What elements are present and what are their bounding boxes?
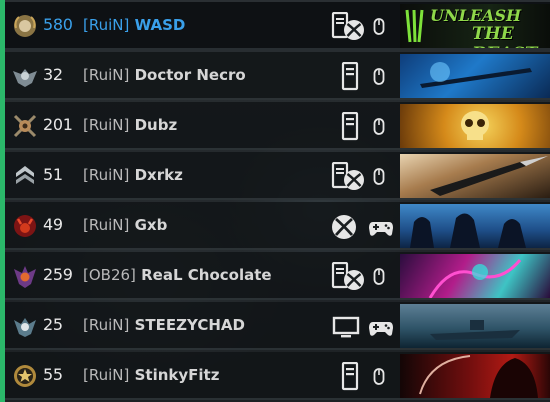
player-name[interactable]: [RuiN] Doctor Necro xyxy=(83,66,246,84)
platform-input-icons xyxy=(330,62,400,92)
calling-card[interactable] xyxy=(400,154,550,198)
mouse-icon xyxy=(373,118,385,135)
pc-icon xyxy=(341,362,359,391)
player-row[interactable]: 259 [OB26] ReaL Chocolate xyxy=(5,252,550,300)
clan-tag: [RuiN] xyxy=(83,216,130,234)
controller-icon xyxy=(369,222,393,236)
clan-tag: [OB26] xyxy=(83,266,136,284)
soldier-silhouettes-art xyxy=(410,213,526,248)
player-name[interactable]: [OB26] ReaL Chocolate xyxy=(83,266,272,284)
platform-input-icons xyxy=(330,162,400,192)
rank-emblem-icon xyxy=(13,69,37,87)
knife-art xyxy=(430,156,548,196)
pc-xbox-icon xyxy=(331,262,364,290)
pc-xbox-icon xyxy=(331,162,364,190)
rank-emblem-icon xyxy=(14,318,36,337)
calling-card[interactable] xyxy=(400,204,550,248)
calling-card[interactable] xyxy=(400,304,550,348)
player-name[interactable]: [RuiN] Dxrkz xyxy=(83,166,183,184)
rank-emblem-icon xyxy=(14,15,36,37)
rank-emblem-icon xyxy=(16,166,34,184)
gamertag: ReaL Chocolate xyxy=(141,266,272,284)
clan-tag: [RuiN] xyxy=(83,66,130,84)
player-level: 55 xyxy=(43,365,63,384)
player-name[interactable]: [RuiN] StinkyFitz xyxy=(83,366,219,384)
skull-art xyxy=(461,111,489,140)
sniper-art xyxy=(420,62,532,88)
calling-card[interactable] xyxy=(400,104,550,148)
mouse-icon xyxy=(373,168,385,185)
gamertag: StinkyFitz xyxy=(134,366,220,384)
player-level: 25 xyxy=(43,315,63,334)
platform-input-icons xyxy=(330,12,400,42)
player-row[interactable]: 580 [RuiN] WASD UNLEASH THE BEAST xyxy=(5,2,550,50)
player-level: 51 xyxy=(43,165,63,184)
player-row[interactable]: 49 [RuiN] Gxb xyxy=(5,202,550,250)
gamertag: Dxrkz xyxy=(134,166,183,184)
platform-input-icons xyxy=(330,212,400,242)
player-list: 580 [RuiN] WASD UNLEASH THE BEAST 32 [Ru… xyxy=(5,0,550,402)
mouse-icon xyxy=(373,18,385,35)
calling-card[interactable]: UNLEASH THE BEAST xyxy=(400,4,550,48)
rank-emblem-icon xyxy=(13,114,37,138)
neon-art xyxy=(428,259,522,298)
gamertag: Doctor Necro xyxy=(134,66,246,84)
pc-icon xyxy=(341,62,359,91)
player-level: 580 xyxy=(43,15,73,34)
platform-input-icons xyxy=(330,112,400,142)
calling-card[interactable] xyxy=(400,254,550,298)
player-name[interactable]: [RuiN] WASD xyxy=(83,16,185,34)
clan-tag: [RuiN] xyxy=(83,316,130,334)
platform-input-icons xyxy=(330,312,400,342)
player-row[interactable]: 32 [RuiN] Doctor Necro xyxy=(5,52,550,100)
platform-input-icons xyxy=(330,362,400,392)
controller-icon xyxy=(369,322,393,336)
xbox-icon xyxy=(332,215,356,239)
rank-emblem-icon xyxy=(14,365,36,387)
gamertag: STEEZYCHAD xyxy=(134,316,245,334)
pc-icon xyxy=(341,112,359,141)
rank-emblem-icon xyxy=(14,266,36,288)
player-name[interactable]: [RuiN] STEEZYCHAD xyxy=(83,316,245,334)
warship-art xyxy=(430,320,520,340)
player-name[interactable]: [RuiN] Gxb xyxy=(83,216,167,234)
pc-xbox-icon xyxy=(331,12,364,40)
reaper-art xyxy=(419,355,538,398)
player-row[interactable]: 25 [RuiN] STEEZYCHAD xyxy=(5,302,550,350)
mouse-icon xyxy=(373,368,385,385)
clan-tag: [RuiN] xyxy=(83,16,130,34)
gamertag: Dubz xyxy=(134,116,178,134)
player-level: 259 xyxy=(43,265,73,284)
card-text-beast: THE BEAST xyxy=(472,24,537,48)
platform-input-icons xyxy=(330,262,400,292)
tv-icon xyxy=(332,316,360,338)
rank-emblem-icon xyxy=(14,215,36,237)
player-level: 201 xyxy=(43,115,73,134)
gamertag: Gxb xyxy=(134,216,168,234)
player-row[interactable]: 51 [RuiN] Dxrkz xyxy=(5,152,550,200)
clan-tag: [RuiN] xyxy=(83,116,130,134)
player-level: 49 xyxy=(43,215,63,234)
monster-claw-icon xyxy=(405,9,424,43)
calling-card[interactable] xyxy=(400,54,550,98)
gamertag: WASD xyxy=(134,16,186,34)
clan-tag: [RuiN] xyxy=(83,166,130,184)
player-name[interactable]: [RuiN] Dubz xyxy=(83,116,177,134)
player-row[interactable]: 201 [RuiN] Dubz xyxy=(5,102,550,150)
player-row[interactable]: 55 [RuiN] StinkyFitz xyxy=(5,352,550,400)
card-text-unleash: UNLEASH xyxy=(430,6,522,25)
mouse-icon xyxy=(373,68,385,85)
mouse-icon xyxy=(373,268,385,285)
clan-tag: [RuiN] xyxy=(83,366,130,384)
player-level: 32 xyxy=(43,65,63,84)
calling-card[interactable] xyxy=(400,354,550,398)
